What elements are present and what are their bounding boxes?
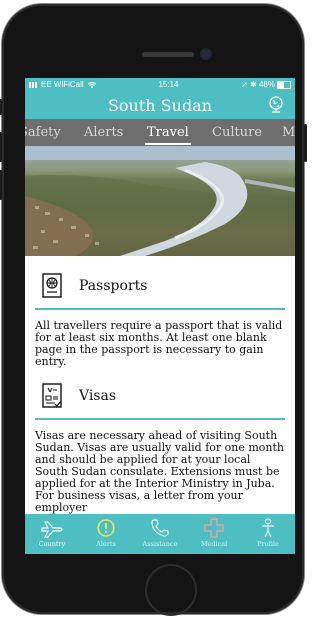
- nav-header: South Sudan: [25, 91, 295, 119]
- volume-up-button: [0, 132, 2, 162]
- bluetooth-icon: ✱: [250, 80, 257, 89]
- tabbar-medical-label: Medical: [200, 540, 228, 548]
- passport-icon: [42, 273, 62, 298]
- front-camera: [202, 50, 210, 58]
- volume-down-button: [0, 170, 2, 200]
- tabbar-alerts[interactable]: Alerts: [79, 514, 133, 554]
- clock: 15:14: [158, 80, 179, 89]
- alert-icon: [97, 519, 115, 537]
- section-tabs: Safety Alerts Travel Culture Me: [25, 119, 295, 146]
- tab-alerts[interactable]: Alerts: [84, 125, 123, 140]
- mute-switch: [0, 99, 2, 115]
- tabbar-medical[interactable]: Medical: [187, 514, 241, 554]
- section-divider: [35, 418, 285, 420]
- tabbar-alerts-label: Alerts: [96, 540, 116, 548]
- passports-header: Passports: [35, 266, 285, 306]
- page-title: South Sudan: [107, 95, 213, 115]
- tabbar-assistance-label: Assistance: [142, 540, 178, 548]
- app-screen: EE WiFiCall 15:14 ➚ ✱ 48% South Sudan Sa…: [25, 78, 295, 554]
- section-divider: [35, 308, 285, 310]
- tabbar-assistance[interactable]: Assistance: [133, 514, 187, 554]
- tabbar-country[interactable]: Country: [25, 514, 79, 554]
- travel-content: Passports All travellers require a passp…: [25, 266, 295, 514]
- aerial-river-image: [25, 146, 295, 256]
- earpiece-speaker: [142, 52, 194, 57]
- carrier: EE WiFiCall: [29, 80, 97, 89]
- battery-icon: [276, 80, 291, 89]
- home-button[interactable]: [145, 564, 197, 616]
- visas-body: Visas are necessary ahead of visiting So…: [35, 429, 285, 514]
- bottom-tab-bar: Country Alerts Assistance Medical Profil…: [25, 514, 295, 554]
- battery-percent: 48%: [258, 80, 275, 89]
- location-icon: ➚: [241, 80, 248, 89]
- wifi-icon: [87, 81, 97, 88]
- tab-travel[interactable]: Travel: [145, 125, 191, 145]
- tabbar-country-label: Country: [38, 540, 66, 548]
- hero-aerial-photo: [25, 146, 295, 256]
- carrier-label: EE WiFiCall: [41, 80, 84, 89]
- globe-icon[interactable]: [267, 95, 285, 113]
- visa-document-icon: [42, 383, 62, 408]
- tabbar-profile-label: Profile: [257, 540, 279, 548]
- tab-more[interactable]: Me: [282, 125, 295, 140]
- passports-body: All travellers require a passport that i…: [35, 319, 283, 368]
- signal-icon: [29, 81, 39, 88]
- tab-safety[interactable]: Safety: [25, 125, 61, 140]
- passports-title: Passports: [79, 278, 148, 294]
- visas-header: Visas: [35, 376, 285, 416]
- tabbar-profile[interactable]: Profile: [241, 514, 295, 554]
- power-button: [304, 124, 307, 162]
- person-icon: [262, 518, 274, 538]
- phone-icon: [151, 519, 169, 537]
- status-bar: EE WiFiCall 15:14 ➚ ✱ 48%: [25, 78, 295, 91]
- tab-culture[interactable]: Culture: [212, 125, 262, 140]
- medical-cross-icon: [204, 518, 224, 538]
- visas-title: Visas: [79, 388, 117, 404]
- status-right: ➚ ✱ 48%: [241, 80, 291, 89]
- plane-icon: [41, 521, 63, 538]
